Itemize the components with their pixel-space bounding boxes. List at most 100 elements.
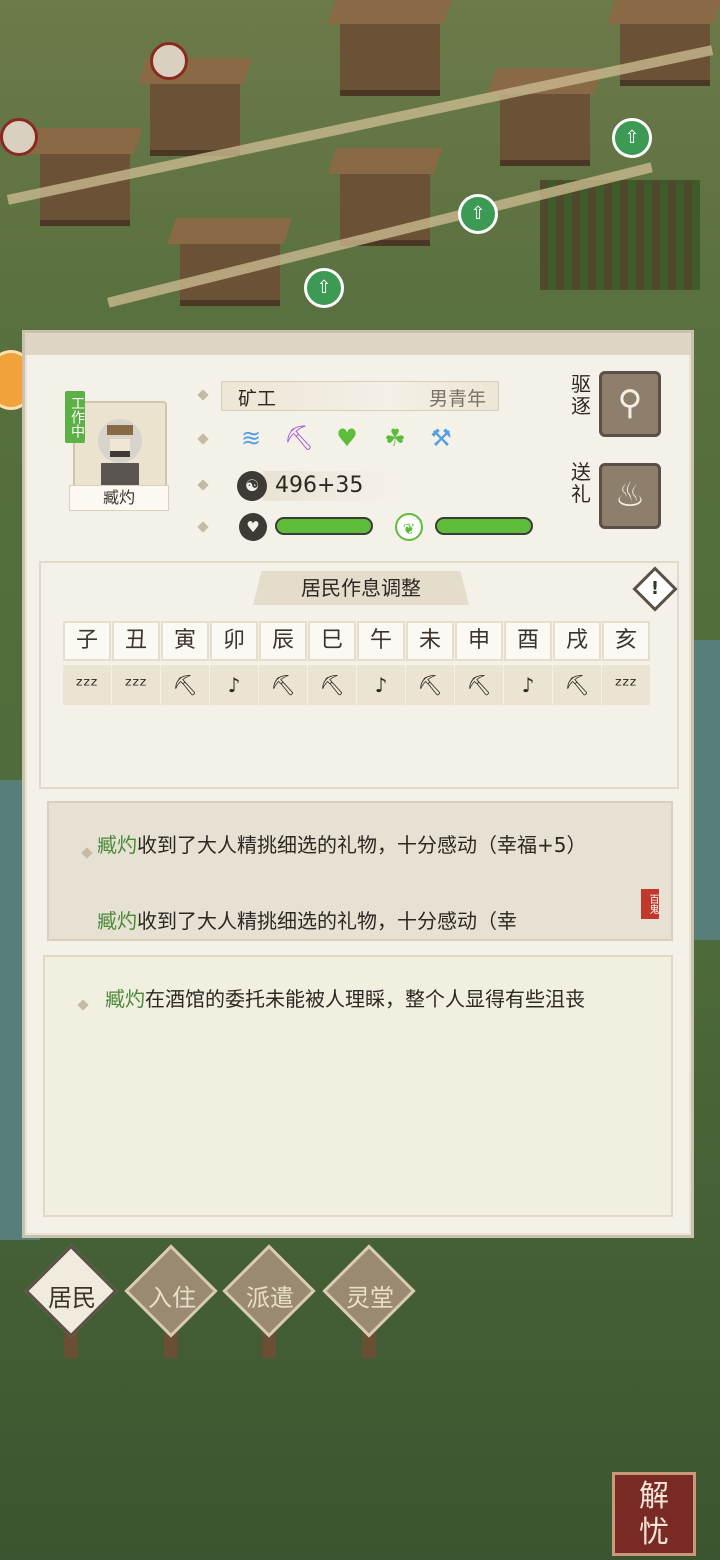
- hour-label: 申: [455, 621, 503, 661]
- hour-column: 亥 ᶻᶻᶻ: [602, 621, 650, 705]
- leisure-icon[interactable]: ♪: [357, 665, 405, 705]
- upgrade-marker-icon[interactable]: ⇧: [612, 118, 652, 158]
- upgrade-marker-icon[interactable]: ⇧: [458, 194, 498, 234]
- hour-label: 卯: [210, 621, 258, 661]
- event-detail: 臧灼在酒馆的委托未能被人理睬，整个人显得有些沮丧: [105, 987, 625, 1011]
- hour-column: 卯 ♪: [210, 621, 258, 705]
- event-detail-name: 臧灼: [105, 987, 145, 1011]
- event-detail-box: 臧灼在酒馆的委托未能被人理睬，整个人显得有些沮丧: [43, 955, 673, 1217]
- log-entry-name: 臧灼: [97, 833, 137, 857]
- event-log[interactable]: 臧灼收到了大人精挑细选的礼物，十分感动（幸福+5） 臧灼收到了大人精挑细选的礼物…: [47, 801, 673, 941]
- tab-label: 派遣: [246, 1284, 294, 1312]
- hour-column: 巳 ⛏: [308, 621, 356, 705]
- warning-icon[interactable]: !: [632, 566, 678, 612]
- hour-label: 酉: [504, 621, 552, 661]
- hour-column: 酉 ♪: [504, 621, 552, 705]
- working-status-badge: 工作中: [65, 391, 85, 443]
- fish-icon[interactable]: ≋: [235, 423, 267, 453]
- hour-label: 巳: [308, 621, 356, 661]
- gift-label: 送礼: [571, 460, 591, 506]
- blocked-marker-icon[interactable]: [0, 118, 38, 156]
- tab-dispatch[interactable]: 派遣: [222, 1244, 316, 1358]
- leisure-icon[interactable]: ♪: [504, 665, 552, 705]
- resident-panel: 工作中 臧灼 矿工 男青年 ≋ ⛏ ♥ ☘ ⚒ ☯ 496+35 ♥ ❦ 驱逐 …: [22, 330, 694, 1238]
- schedule-panel: 居民作息调整 ! 子 ᶻᶻᶻ 丑 ᶻᶻᶻ 寅 ⛏ 卯 ♪ 辰 ⛏ 巳 ⛏ 午 ♪ 未 ⛏ 申 ⛏ 酉 ♪ 戌 ⛏ 亥 ᶻᶻᶻ: [39, 561, 679, 789]
- tab-residents[interactable]: 居民: [24, 1244, 118, 1358]
- happiness-bar-fill: [277, 519, 371, 533]
- seal-stamp: 百鬼: [641, 889, 659, 919]
- coin-icon: ☯: [237, 471, 267, 501]
- tab-label: 灵堂: [346, 1284, 394, 1312]
- hour-column: 戌 ⛏: [553, 621, 601, 705]
- hour-label: 辰: [259, 621, 307, 661]
- pickaxe-icon[interactable]: ⛏: [406, 665, 454, 705]
- tab-label: 居民: [48, 1284, 96, 1312]
- row-bullet: [197, 433, 209, 445]
- row-bullet: [197, 521, 209, 533]
- upgrade-marker-icon[interactable]: ⇧: [304, 268, 344, 308]
- pickaxe-icon[interactable]: ⛏: [308, 665, 356, 705]
- health-bar-fill: [437, 519, 531, 533]
- expel-button[interactable]: ⚲: [599, 371, 661, 437]
- schedule-hours: 子 ᶻᶻᶻ 丑 ᶻᶻᶻ 寅 ⛏ 卯 ♪ 辰 ⛏ 巳 ⛏ 午 ♪ 未 ⛏ 申 ⛏ 酉 ♪ 戌 ⛏ 亥 ᶻᶻᶻ: [63, 621, 651, 705]
- resident-name: 臧灼: [69, 485, 169, 511]
- tab-label: 入住: [148, 1284, 196, 1312]
- sleep-icon[interactable]: ᶻᶻᶻ: [112, 665, 160, 705]
- health-bar: [435, 517, 533, 535]
- log-entry: 臧灼收到了大人精挑细选的礼物，十分感动（幸: [97, 909, 627, 933]
- log-entry-text: 收到了大人精挑细选的礼物，十分感动（幸福+5）: [137, 833, 587, 857]
- log-bullet: [81, 847, 93, 859]
- tab-move-in[interactable]: 入住: [124, 1244, 218, 1358]
- schedule-title: 居民作息调整: [301, 576, 421, 600]
- jieyou-button[interactable]: 解忧: [612, 1472, 696, 1556]
- hour-column: 丑 ᶻᶻᶻ: [112, 621, 160, 705]
- hour-column: 寅 ⛏: [161, 621, 209, 705]
- leisure-icon[interactable]: ♪: [210, 665, 258, 705]
- log-entry-text: 收到了大人精挑细选的礼物，十分感动（幸: [137, 909, 517, 933]
- pickaxe-icon[interactable]: ⛏: [161, 665, 209, 705]
- log-entry: 臧灼收到了大人精挑细选的礼物，十分感动（幸福+5）: [97, 833, 627, 857]
- job-title: 矿工: [238, 388, 277, 410]
- pickaxe-icon[interactable]: ⛏: [553, 665, 601, 705]
- hour-label: 未: [406, 621, 454, 661]
- log-bullet: [77, 999, 89, 1011]
- expel-label: 驱逐: [571, 372, 591, 418]
- sleep-icon[interactable]: ᶻᶻᶻ: [602, 665, 650, 705]
- event-detail-text: 在酒馆的委托未能被人理睬，整个人显得有些沮丧: [145, 987, 585, 1011]
- plant-icon[interactable]: ☘: [379, 423, 411, 453]
- hour-label: 子: [63, 621, 111, 661]
- hour-label: 寅: [161, 621, 209, 661]
- hour-label: 戌: [553, 621, 601, 661]
- health-leaf-icon: ❦: [395, 513, 423, 541]
- hour-label: 亥: [602, 621, 650, 661]
- hour-label: 午: [357, 621, 405, 661]
- row-bullet: [197, 479, 209, 491]
- resident-attribute: 男青年: [428, 388, 486, 410]
- hour-column: 子 ᶻᶻᶻ: [63, 621, 111, 705]
- pickaxe-icon[interactable]: ⛏: [455, 665, 503, 705]
- sleep-icon[interactable]: ᶻᶻᶻ: [63, 665, 111, 705]
- pickaxe-icon[interactable]: ⛏: [283, 423, 315, 453]
- gift-bag-icon: ♨: [614, 475, 646, 515]
- miner-portrait-icon: [98, 419, 142, 489]
- hour-column: 辰 ⛏: [259, 621, 307, 705]
- blocked-marker-icon[interactable]: [150, 42, 188, 80]
- hour-column: 未 ⛏: [406, 621, 454, 705]
- job-bar: 矿工 男青年: [221, 381, 499, 411]
- pickaxe-icon[interactable]: ⛏: [259, 665, 307, 705]
- hour-label: 丑: [112, 621, 160, 661]
- log-entry-name: 臧灼: [97, 909, 137, 933]
- jieyou-label: 解忧: [639, 1479, 669, 1550]
- row-bullet: [197, 389, 209, 401]
- gift-button[interactable]: ♨: [599, 463, 661, 529]
- hammer-icon[interactable]: ⚒: [425, 423, 457, 453]
- broom-icon: ⚲: [617, 383, 643, 423]
- happiness-heart-icon: ♥: [239, 513, 267, 541]
- tab-memorial[interactable]: 灵堂: [322, 1244, 416, 1358]
- happiness-bar: [275, 517, 373, 535]
- hour-column: 申 ⛏: [455, 621, 503, 705]
- heart-leaf-icon[interactable]: ♥: [331, 423, 363, 453]
- hour-column: 午 ♪: [357, 621, 405, 705]
- coin-value: 496+35: [275, 473, 364, 498]
- resident-avatar[interactable]: [73, 401, 167, 495]
